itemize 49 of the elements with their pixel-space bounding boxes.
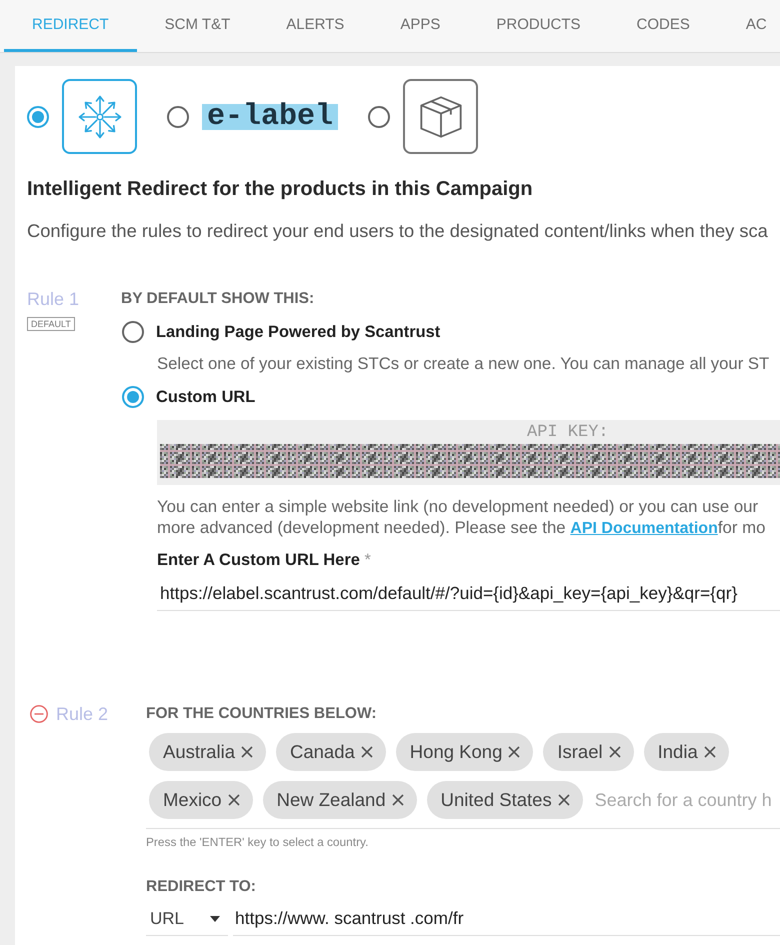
country-chip[interactable]: Mexico: [149, 781, 253, 819]
highlighted-label[interactable]: e-label: [202, 104, 338, 130]
section-title: REDIRECT TO:: [146, 878, 257, 896]
info-text: You can enter a simple website link (no development needed) or you can use our more advanced (development needed). Please see the API Documentationfor mo: [157, 496, 766, 539]
option-label: Custom URL: [156, 388, 256, 406]
section-title: FOR THE COUNTRIES BELOW:: [146, 705, 378, 723]
country-chip[interactable]: New Zealand: [262, 781, 417, 819]
country-chip[interactable]: Canada: [276, 733, 386, 771]
close-icon[interactable]: [608, 746, 621, 758]
hint-text: Press the 'ENTER' key to select a country.: [146, 835, 370, 849]
close-icon[interactable]: [392, 794, 404, 806]
nav-tab[interactable]: PRODUCTS: [468, 0, 609, 52]
box-icon: [418, 94, 463, 138]
country-chip[interactable]: United States: [426, 781, 583, 819]
description-text: Configure the rules to redirect your end users to the designated content/links when they sca: [27, 220, 769, 242]
radio-button[interactable]: [167, 106, 189, 128]
redirect-type-tile[interactable]: [62, 79, 137, 154]
radio-button[interactable]: [122, 321, 144, 343]
close-icon[interactable]: [508, 746, 520, 758]
page-heading: Intelligent Redirect for the products in this Campaign: [27, 177, 534, 201]
help-text: Select one of your existing STCs or create a new one. You can manage all your ST: [157, 354, 770, 374]
option-label: Landing Page Powered by Scantrust: [156, 322, 440, 342]
country-chip[interactable]: Australia: [149, 733, 266, 771]
caret-icon: [210, 916, 220, 922]
field-label: Enter A Custom URL Here *: [157, 550, 372, 570]
close-icon[interactable]: [360, 746, 373, 758]
radiating-arrows-icon: [78, 94, 122, 138]
nav-tab[interactable]: ALERTS: [258, 0, 372, 52]
section-title: BY DEFAULT SHOW THIS:: [121, 290, 316, 308]
redirect-type-tile[interactable]: [403, 79, 478, 154]
radio-button[interactable]: [27, 106, 49, 128]
rule-label: Rule 2: [56, 705, 108, 723]
minus-circle-icon[interactable]: [30, 705, 48, 723]
close-icon[interactable]: [228, 794, 240, 806]
radio-button[interactable]: [122, 386, 144, 408]
nav-tab[interactable]: SCM T&T: [136, 0, 258, 52]
country-chip[interactable]: India: [644, 733, 729, 771]
country-chip[interactable]: Israel: [543, 733, 634, 771]
nav-tab[interactable]: AC: [718, 0, 780, 52]
api-key-label: API KEY:: [527, 424, 609, 442]
nav-tab[interactable]: CODES: [608, 0, 718, 52]
close-icon[interactable]: [558, 794, 570, 806]
radio-button[interactable]: [368, 106, 390, 128]
close-icon[interactable]: [240, 746, 253, 758]
rule-label: Rule 1: [27, 290, 80, 308]
nav-tab[interactable]: APPS: [372, 0, 468, 52]
country-chip[interactable]: Hong Kong: [396, 733, 534, 771]
default-tag: DEFAULT: [27, 317, 75, 331]
close-icon[interactable]: [704, 746, 716, 758]
